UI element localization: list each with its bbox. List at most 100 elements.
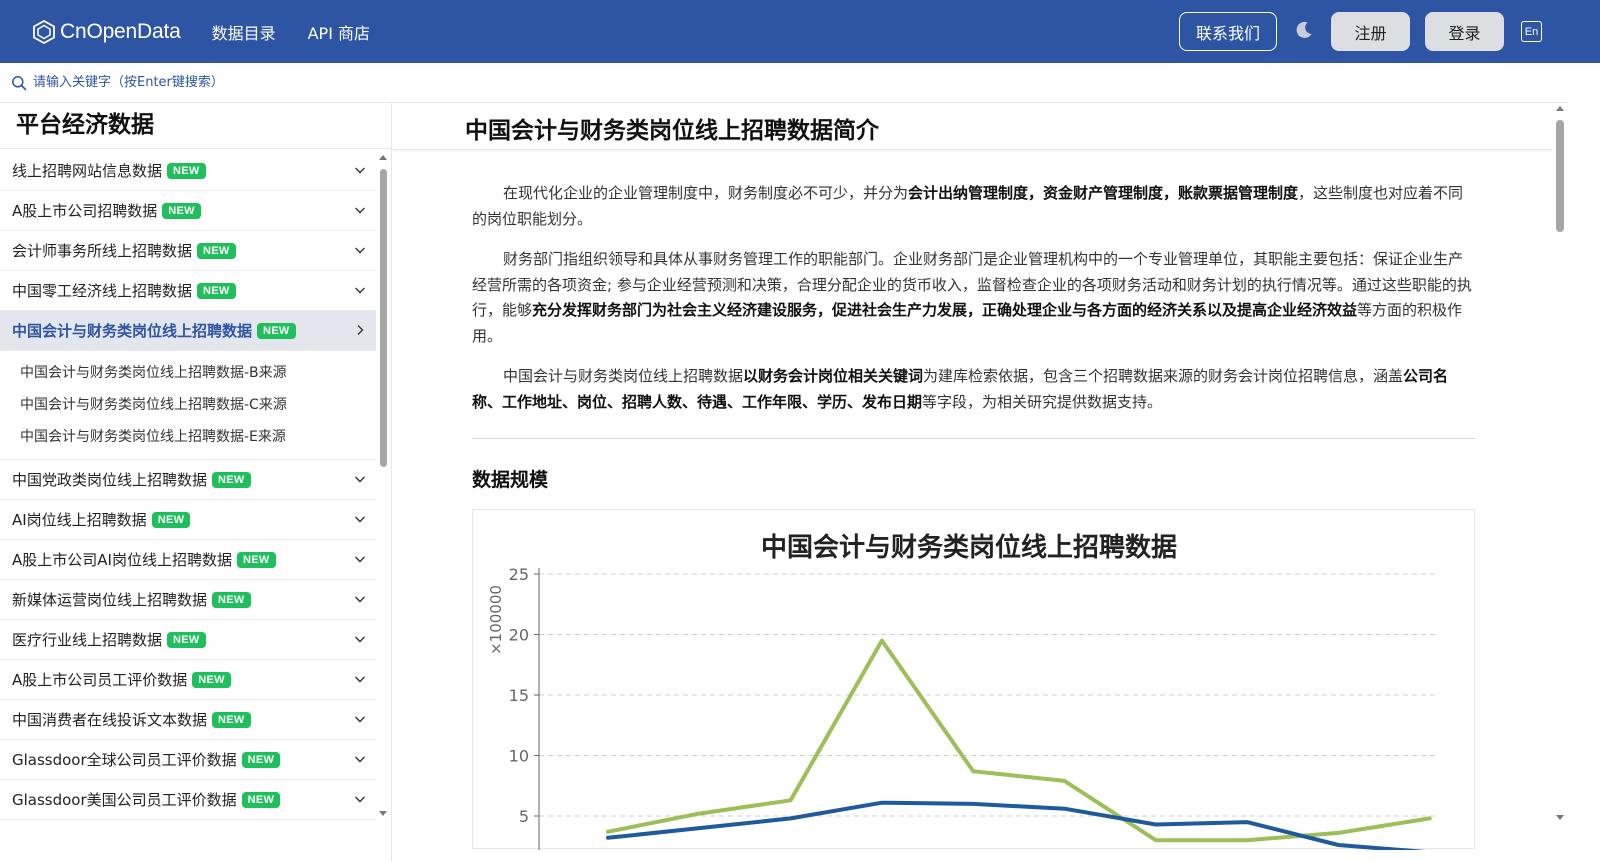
sidebar-item[interactable]: 医疗行业线上招聘数据 NEW [0, 620, 376, 660]
sidebar-item-label: 中国零工经济线上招聘数据 [12, 282, 193, 300]
sidebar-item[interactable]: Glassdoor全球公司员工评价数据 NEW [0, 740, 376, 780]
search-input[interactable] [33, 75, 433, 90]
new-badge: NEW [167, 162, 206, 179]
new-badge: NEW [241, 791, 281, 808]
sidebar-item-label: AI岗位线上招聘数据 [12, 511, 147, 529]
sidebar-item[interactable]: 中国消费者在线投诉文本数据 NEW [0, 700, 376, 740]
chevron-right-icon [357, 325, 364, 335]
intro-paragraph-3: 中国会计与财务类岗位线上招聘数据以财务会计岗位相关关键词为建库检索依据，包含三个… [472, 364, 1476, 415]
y-tick-label: 5 [519, 807, 529, 826]
sidebar-item-label: 医疗行业线上招聘数据 [12, 631, 163, 649]
register-button[interactable]: 注册 [1331, 12, 1410, 51]
article: 在现代化企业的企业管理制度中，财务制度必不可少，并分为会计出纳管理制度，资金财产… [472, 181, 1476, 855]
sidebar-item-label: A股上市公司员工评价数据 [12, 671, 188, 689]
search-icon [12, 75, 27, 90]
nav-data-catalog[interactable]: 数据目录 [212, 20, 276, 44]
sidebar-item[interactable]: A股上市公司员工评价数据 NEW [0, 660, 376, 700]
page-scrollbar-thumb[interactable] [1556, 120, 1564, 232]
scroll-up-arrow[interactable] [379, 155, 387, 160]
sidebar-item[interactable]: 中国零工经济线上招聘数据 NEW [0, 271, 376, 311]
chart-title: 中国会计与财务类岗位线上招聘数据 [761, 532, 1177, 563]
sidebar-subitem[interactable]: 中国会计与财务类岗位线上招聘数据-C来源 [0, 389, 376, 421]
sidebar-item-label: Glassdoor美国公司员工评价数据 [12, 791, 237, 809]
chevron-down-icon [355, 476, 365, 483]
chevron-down-icon [355, 287, 365, 294]
text-run: 为建库检索依据，包含三个招聘数据来源的财务会计岗位招聘信息，涵盖 [923, 367, 1404, 385]
moon-icon[interactable] [1294, 20, 1314, 40]
bold-text: 充分发挥财务部门为社会主义经济建设服务，促进社会生产力发展，正确处理企业与各方面… [532, 301, 1358, 319]
intro-paragraph-1: 在现代化企业的企业管理制度中，财务制度必不可少，并分为会计出纳管理制度，资金财产… [472, 181, 1476, 232]
new-badge: NEW [192, 671, 231, 688]
chevron-down-icon [355, 207, 365, 214]
logo-text: CnOpenData [60, 19, 181, 43]
y-tick-label: 15 [509, 686, 529, 705]
y-tick-label: 20 [509, 626, 529, 645]
chevron-down-icon [355, 516, 365, 523]
bold-text: 会计出纳管理制度，资金财产管理制度，账款票据管理制度 [908, 184, 1299, 202]
sidebar-item[interactable]: A股上市公司AI岗位线上招聘数据 NEW [0, 540, 376, 580]
sidebar-item-active[interactable]: 中国会计与财务类岗位线上招聘数据 NEW [0, 311, 376, 351]
new-badge: NEW [212, 591, 251, 608]
sidebar-scrollbar-thumb[interactable] [380, 169, 387, 467]
search-bar [0, 63, 1568, 103]
sidebar-item-label: A股上市公司AI岗位线上招聘数据 [12, 551, 232, 569]
sidebar-item[interactable]: 中国党政类岗位线上招聘数据 NEW [0, 460, 376, 500]
page-scroll-down-arrow[interactable] [1556, 815, 1564, 820]
sidebar: 平台经济数据 线上招聘网站信息数据 NEW A股上市公司招聘数据 NEW 会计师事务所线… [0, 103, 392, 861]
chart-container: 中国会计与财务类岗位线上招聘数据 ×100000 5 10 15 20 25 [472, 509, 1475, 855]
logo[interactable]: CnOpenData [32, 19, 181, 44]
new-badge: NEW [162, 202, 201, 219]
text-run: 等字段，为相关研究提供数据支持。 [922, 392, 1163, 411]
divider [472, 438, 1476, 439]
new-badge: NEW [236, 551, 276, 568]
chevron-down-icon [355, 676, 365, 683]
intro-paragraph-2: 财务部门指组织领导和具体从事财务管理工作的职能部门。企业财务部门是企业管理机构中… [472, 247, 1476, 349]
chevron-down-icon [355, 756, 365, 763]
sidebar-item[interactable]: 会计师事务所线上招聘数据 NEW [0, 231, 376, 271]
sidebar-item[interactable]: A股上市公司招聘数据 NEW [0, 191, 376, 231]
sidebar-item-label: Glassdoor全球公司员工评价数据 [12, 751, 237, 769]
text-run: 在现代化企业的企业管理制度中，财务制度必不可少，并分为 [503, 184, 909, 202]
sidebar-item-label: 中国消费者在线投诉文本数据 [12, 711, 208, 729]
language-toggle-icon[interactable]: En [1521, 21, 1542, 42]
new-badge: NEW [197, 242, 236, 259]
sidebar-item[interactable]: 新媒体运营岗位线上招聘数据 NEW [0, 580, 376, 620]
text-run: 中国会计与财务类岗位线上招聘数据 [503, 367, 744, 385]
login-button[interactable]: 登录 [1425, 12, 1504, 51]
y-axis-label: ×100000 [487, 585, 505, 655]
sidebar-item[interactable]: AI岗位线上招聘数据 NEW [0, 500, 376, 540]
sidebar-subitem[interactable]: 中国会计与财务类岗位线上招聘数据-B来源 [0, 357, 376, 389]
chevron-down-icon [355, 556, 365, 563]
sidebar-item-label: 会计师事务所线上招聘数据 [12, 242, 193, 260]
hexagon-logo-icon [33, 19, 55, 44]
sidebar-item-label: 中国会计与财务类岗位线上招聘数据 [12, 322, 253, 340]
sidebar-item[interactable]: Glassdoor美国公司员工评价数据 NEW [0, 780, 376, 820]
sidebar-item-label: 中国党政类岗位线上招聘数据 [12, 471, 208, 489]
chevron-down-icon [355, 596, 365, 603]
nav-api-store[interactable]: API 商店 [308, 20, 370, 44]
section-title-data-scale: 数据规模 [472, 469, 549, 491]
sidebar-item-label: 线上招聘网站信息数据 [12, 162, 163, 180]
y-tick-label: 25 [509, 565, 529, 584]
chevron-down-icon [355, 716, 365, 723]
scroll-down-arrow[interactable] [379, 811, 387, 816]
new-badge: NEW [241, 751, 281, 768]
sidebar-submenu: 中国会计与财务类岗位线上招聘数据-B来源 中国会计与财务类岗位线上招聘数据-C来源… [0, 351, 376, 460]
chevron-down-icon [355, 247, 365, 254]
series-line-1 [606, 638, 1432, 843]
new-badge: NEW [257, 322, 296, 339]
sidebar-item[interactable]: 线上招聘网站信息数据 NEW [0, 151, 376, 191]
new-badge: NEW [167, 631, 206, 648]
bold-text: 以财务会计岗位相关关键词 [743, 367, 924, 385]
main-content: 中国会计与财务类岗位线上招聘数据简介 在现代化企业的企业管理制度中，财务制度必不… [393, 103, 1552, 861]
chevron-down-icon [355, 636, 365, 643]
line-chart: 中国会计与财务类岗位线上招聘数据 ×100000 5 10 15 20 25 [487, 532, 1435, 855]
sidebar-subitem[interactable]: 中国会计与财务类岗位线上招聘数据-E来源 [0, 421, 376, 453]
contact-button[interactable]: 联系我们 [1179, 12, 1277, 51]
main-header: 中国会计与财务类岗位线上招聘数据简介 [393, 103, 1552, 150]
page-scroll-up-arrow[interactable] [1556, 106, 1564, 111]
top-navbar: CnOpenData 数据目录 API 商店 联系我们 注册 登录 En [0, 0, 1600, 63]
page-title: 中国会计与财务类岗位线上招聘数据简介 [465, 118, 879, 144]
sidebar-title: 平台经济数据 [0, 103, 391, 149]
new-badge: NEW [212, 711, 251, 728]
